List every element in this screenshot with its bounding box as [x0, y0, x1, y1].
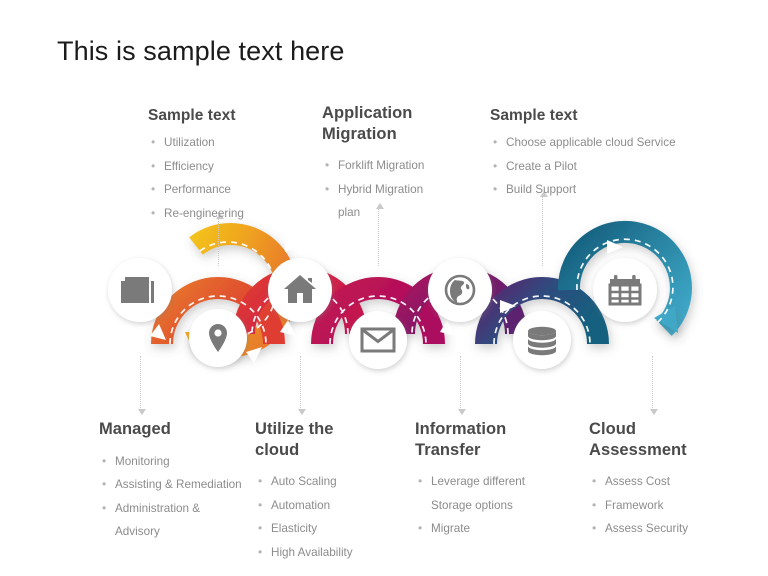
block-heading: Utilize the cloud: [255, 420, 334, 459]
list-item: Auto Scaling: [255, 473, 365, 491]
text-block-top-1: Sample text Utilization Efficiency Perfo…: [148, 106, 298, 229]
connector-bottom-3: [457, 356, 466, 415]
bullet-list: Choose applicable cloud Service Create a…: [490, 134, 700, 199]
connector-bottom-4: [649, 356, 658, 415]
block-heading: Information Transfer: [415, 420, 507, 459]
bullet-list: Utilization Efficiency Performance Re-en…: [148, 134, 298, 223]
bullet-list: Auto Scaling Automation Elasticity High …: [255, 473, 365, 562]
block-heading: Cloud Assessment: [589, 420, 687, 459]
list-item: Assisting & Remediation: [99, 476, 251, 494]
list-item: Assess Security: [589, 520, 729, 538]
list-item: Build Support: [490, 181, 700, 199]
list-item: plan: [338, 206, 361, 220]
connector-arrow-icon: [649, 409, 658, 415]
list-item: Migrate: [415, 520, 555, 538]
list-item: Administration &: [99, 500, 251, 518]
connector-top-3: [539, 191, 548, 266]
list-item: Hybrid Migration: [322, 181, 444, 199]
connector-arrow-icon: [457, 409, 466, 415]
bullet-list: Leverage different Storage options Migra…: [415, 473, 555, 538]
bullet-list: Forklift Migration Hybrid Migration plan: [322, 157, 444, 222]
text-block-top-2: Application Migration Forklift Migration…: [322, 103, 444, 229]
block-heading: Sample text: [148, 107, 236, 124]
list-item: Framework: [589, 497, 729, 515]
connector-bottom-1: [137, 356, 146, 415]
block-heading: Sample text: [490, 107, 578, 124]
list-item: Assess Cost: [589, 473, 729, 491]
text-block-bottom-3: Information Transfer Leverage different …: [415, 419, 555, 545]
text-block-top-3: Sample text Choose applicable cloud Serv…: [490, 106, 700, 206]
text-block-bottom-4: Cloud Assessment Assess Cost Framework A…: [589, 419, 729, 545]
list-item: Efficiency: [148, 158, 298, 176]
list-item: Utilization: [148, 134, 298, 152]
block-heading: Application Migration: [322, 104, 413, 143]
list-item: Elasticity: [255, 520, 365, 538]
bullet-list: Assess Cost Framework Assess Security: [589, 473, 729, 538]
bullet-list: Monitoring Assisting & Remediation Admin…: [99, 453, 251, 541]
text-block-bottom-2: Utilize the cloud Auto Scaling Automatio…: [255, 419, 365, 568]
block-heading: Managed: [99, 420, 171, 438]
list-item: Re-engineering: [148, 205, 298, 223]
list-item: High Availability: [255, 544, 365, 562]
connector-bottom-2: [297, 356, 306, 415]
list-item: Choose applicable cloud Service: [490, 134, 700, 152]
slide-canvas: This is sample text here Sample text • U…: [0, 0, 768, 576]
list-item: Create a Pilot: [490, 158, 700, 176]
list-item: Automation: [255, 497, 365, 515]
list-item: Leverage different: [415, 473, 555, 491]
list-item: Forklift Migration: [322, 157, 444, 175]
list-item: Performance: [148, 181, 298, 199]
connector-arrow-icon: [137, 409, 146, 415]
text-block-bottom-1: Managed Monitoring Assisting & Remediati…: [99, 419, 251, 548]
list-item: Storage options: [431, 498, 513, 512]
list-item: Monitoring: [99, 453, 251, 471]
connector-arrow-icon: [297, 409, 306, 415]
list-item: Advisory: [115, 525, 160, 539]
